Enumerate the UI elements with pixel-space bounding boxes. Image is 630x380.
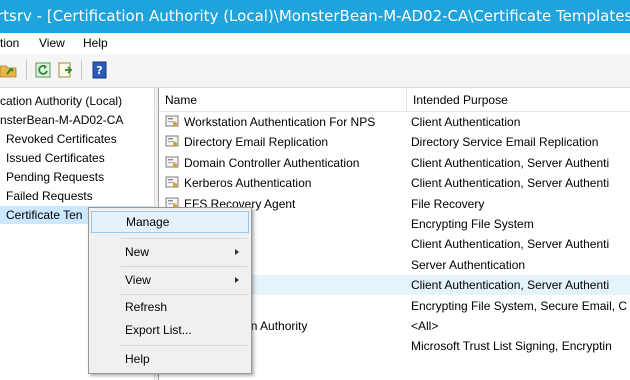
tree-item-label: Revoked Certificates — [6, 132, 117, 146]
menu-item-label: Refresh — [125, 300, 168, 314]
intended-purpose-cell: Encrypting File System — [411, 217, 534, 231]
template-name-cell: Directory Email Replication — [165, 132, 409, 152]
intended-purpose-cell: Client Authentication, Server Authenti — [411, 237, 610, 252]
tree-item-ca[interactable]: nsterBean-M-AD02-CA — [0, 111, 123, 129]
template-name: Domain Controller Authentication — [184, 155, 360, 170]
svg-text:?: ? — [96, 64, 102, 77]
menu-item-label: New — [125, 245, 150, 259]
window-title: rtsrv - [Certification Authority (Local)… — [0, 7, 630, 25]
submenu-arrow-icon — [235, 277, 239, 283]
column-header-label: Name — [165, 93, 198, 107]
intended-purpose-cell: <All> — [411, 319, 439, 333]
tree-item-pending[interactable]: Pending Requests — [6, 168, 104, 186]
template-name: Workstation Authentication For NPS — [184, 115, 376, 129]
folder-up-icon[interactable] — [0, 61, 18, 79]
certificate-template-icon — [165, 134, 179, 147]
toolbar-separator — [81, 60, 82, 80]
menu-item-label: Help — [125, 352, 150, 366]
tree-item-label: Certificate Ten — [6, 208, 83, 222]
certificate-template-icon — [165, 155, 179, 168]
column-header-name[interactable]: Name — [159, 88, 407, 112]
menu-help[interactable]: Help — [83, 36, 108, 50]
context-menu-view[interactable]: View — [91, 269, 249, 291]
tree-item-label: Failed Requests — [6, 189, 93, 203]
intended-purpose-cell: Microsoft Trust List Signing, Encryptin — [411, 339, 612, 354]
intended-purpose-cell: File Recovery — [411, 196, 485, 211]
certificate-template-icon — [165, 175, 179, 188]
menu-bar: tion View Help — [0, 33, 630, 54]
template-name: Kerberos Authentication — [184, 176, 312, 191]
context-menu: Manage New View Refresh Export List... H… — [88, 207, 252, 374]
intended-purpose-cell: Encrypting File System, Secure Email, C — [411, 298, 628, 313]
tree-item-issued[interactable]: Issued Certificates — [6, 149, 105, 167]
menu-view[interactable]: View — [39, 36, 65, 50]
template-name-cell: Kerberos Authentication — [165, 173, 409, 193]
help-icon[interactable]: ? — [91, 61, 109, 79]
tree-item-ca-local[interactable]: cation Authority (Local) — [0, 92, 122, 110]
menu-separator — [121, 238, 247, 239]
intended-purpose-cell: Client Authentication, Server Authenti — [411, 155, 610, 170]
tree-item-revoked[interactable]: Revoked Certificates — [6, 130, 117, 148]
tree-item-label: nsterBean-M-AD02-CA — [0, 113, 124, 127]
table-row[interactable]: Kerberos Authentication Client Authentica… — [159, 173, 630, 193]
menu-item-label: View — [125, 273, 151, 287]
menu-action[interactable]: tion — [0, 36, 19, 50]
context-menu-export-list[interactable]: Export List... — [91, 319, 249, 341]
column-header-purpose[interactable]: Intended Purpose — [407, 88, 630, 112]
table-row[interactable]: Workstation Authentication For NPS Client… — [159, 112, 630, 132]
table-row[interactable]: Directory Email Replication Directory Ser… — [159, 132, 630, 152]
intended-purpose-cell: Client Authentication — [411, 115, 521, 129]
intended-purpose-cell: Directory Service Email Replication — [411, 135, 599, 150]
template-name-cell: Workstation Authentication For NPS — [165, 112, 409, 132]
tree-item-label: Pending Requests — [6, 170, 105, 184]
menu-item-label: Export List... — [125, 323, 192, 337]
context-menu-help[interactable]: Help — [91, 348, 249, 370]
export-list-icon[interactable] — [57, 61, 75, 79]
certificate-template-icon — [165, 114, 179, 127]
template-name-cell: Domain Controller Authentication — [165, 153, 409, 173]
submenu-arrow-icon — [235, 249, 239, 255]
column-header-label: Intended Purpose — [413, 93, 508, 107]
template-name: Directory Email Replication — [184, 135, 329, 150]
intended-purpose-cell: Client Authentication, Server Authenti — [411, 176, 610, 191]
toolbar-separator — [26, 60, 27, 80]
tree-item-label: cation Authority (Local) — [0, 94, 123, 108]
toolbar: ? — [0, 54, 630, 88]
title-bar: rtsrv - [Certification Authority (Local)… — [0, 0, 630, 33]
tree-item-failed[interactable]: Failed Requests — [6, 187, 93, 205]
menu-separator — [121, 266, 247, 267]
menu-item-label: Manage — [126, 215, 170, 229]
context-menu-manage[interactable]: Manage — [91, 211, 249, 233]
refresh-icon[interactable] — [34, 61, 52, 79]
table-row[interactable]: Domain Controller Authentication Client A… — [159, 153, 630, 173]
menu-separator — [121, 294, 247, 295]
intended-purpose-cell: Client Authentication, Server Authenti — [411, 278, 610, 293]
menu-separator — [121, 345, 247, 346]
tree-item-label: Issued Certificates — [6, 151, 105, 165]
context-menu-new[interactable]: New — [91, 241, 249, 263]
context-menu-refresh[interactable]: Refresh — [91, 296, 249, 318]
intended-purpose-cell: Server Authentication — [411, 257, 526, 272]
